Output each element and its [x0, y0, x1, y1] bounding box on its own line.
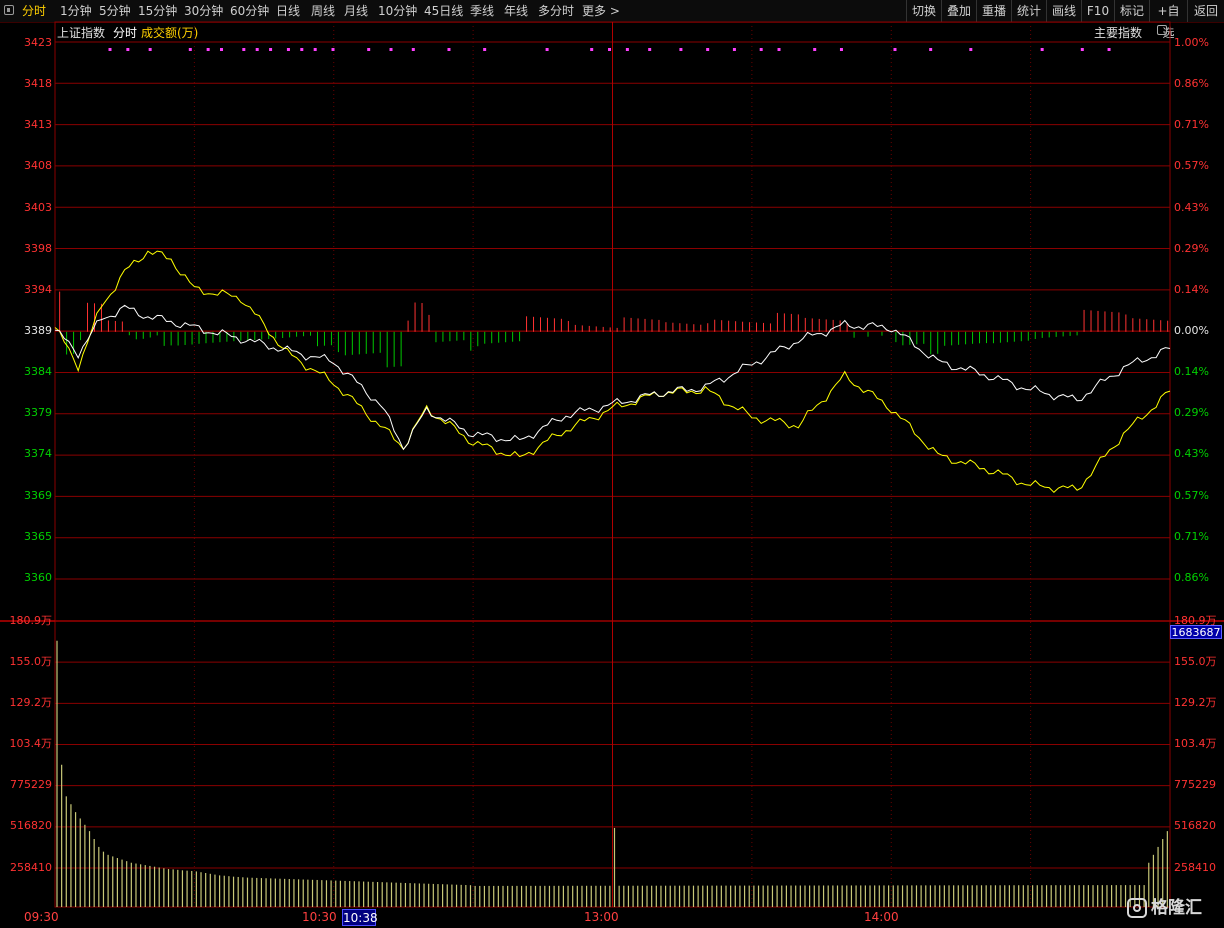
- signal-dot: [331, 48, 335, 51]
- signal-dot: [732, 48, 736, 51]
- percent-tick: 0.14%: [1174, 283, 1209, 296]
- percent-tick: 0.71%: [1174, 530, 1209, 543]
- signal-dot: [893, 48, 897, 51]
- percent-tick: 0.57%: [1174, 159, 1209, 172]
- price-tick: 3374: [24, 447, 52, 460]
- time-tick: 10:30: [302, 910, 337, 924]
- price-tick: 3403: [24, 201, 52, 214]
- percent-tick: 0.29%: [1174, 406, 1209, 419]
- price-tick: 3423: [24, 36, 52, 49]
- signal-dot: [1080, 48, 1084, 51]
- signal-dot: [269, 48, 273, 51]
- percent-tick: 0.71%: [1174, 118, 1209, 131]
- signal-dot: [679, 48, 683, 51]
- price-tick: 3398: [24, 242, 52, 255]
- signal-dot: [648, 48, 652, 51]
- signal-dot: [483, 48, 487, 51]
- percent-tick: 1.00%: [1174, 36, 1209, 49]
- watermark: 格隆汇: [1127, 895, 1202, 921]
- percent-tick: 0.86%: [1174, 77, 1209, 90]
- signal-dot: [759, 48, 763, 51]
- signal-dot: [313, 48, 317, 51]
- price-tick: 3418: [24, 77, 52, 90]
- volume-tick: 103.4万: [9, 737, 53, 750]
- time-tick: 13:00: [584, 910, 619, 924]
- volume-tick: 129.2万: [1174, 696, 1217, 709]
- percent-tick: 0.14%: [1174, 365, 1209, 378]
- signal-dot: [590, 48, 594, 51]
- signal-dot: [706, 48, 710, 51]
- signal-dot: [929, 48, 933, 51]
- percent-tick: 0.43%: [1174, 201, 1209, 214]
- signal-dot: [777, 48, 781, 51]
- time-tick: 09:30: [24, 910, 59, 924]
- percent-tick: 0.86%: [1174, 571, 1209, 584]
- signal-dot: [447, 48, 451, 51]
- signal-dot: [206, 48, 210, 51]
- volume-tick: 258410: [1174, 861, 1216, 874]
- signal-dot: [545, 48, 549, 51]
- percent-tick: 0.57%: [1174, 489, 1209, 502]
- current-volume-badge: 1683687: [1170, 625, 1222, 639]
- percent-tick-base: 0.00%: [1174, 324, 1209, 337]
- signal-dot: [188, 48, 192, 51]
- watermark-text: 格隆汇: [1151, 898, 1202, 918]
- price-tick: 3408: [24, 159, 52, 172]
- signal-dot: [220, 48, 224, 51]
- signal-dot: [286, 48, 290, 51]
- time-tick: 14:00: [864, 910, 899, 924]
- signal-dot: [108, 48, 112, 51]
- signal-dot: [300, 48, 304, 51]
- volume-tick: 129.2万: [9, 696, 53, 709]
- price-tick: 3369: [24, 489, 52, 502]
- volume-tick: 516820: [1174, 819, 1216, 832]
- signal-dot: [126, 48, 130, 51]
- volume-tick: 258410: [10, 861, 52, 874]
- signal-dot: [148, 48, 152, 51]
- price-tick: 3379: [24, 406, 52, 419]
- watermark-logo-icon: [1127, 898, 1147, 918]
- volume-tick: 180.9万: [9, 614, 53, 627]
- signal-dot: [367, 48, 371, 51]
- price-tick: 3365: [24, 530, 52, 543]
- percent-tick: 0.29%: [1174, 242, 1209, 255]
- signal-dot: [1107, 48, 1111, 51]
- cursor-time-badge: 10:38: [342, 909, 378, 926]
- signal-dot: [255, 48, 259, 51]
- signal-dot: [608, 48, 612, 51]
- signal-dot: [813, 48, 817, 51]
- signal-dot: [1040, 48, 1044, 51]
- volume-tick: 516820: [10, 819, 52, 832]
- percent-tick: 0.43%: [1174, 447, 1209, 460]
- price-tick-base: 3389: [24, 324, 52, 337]
- intraday-chart[interactable]: [0, 0, 1224, 928]
- volume-tick: 155.0万: [9, 655, 53, 668]
- price-tick: 3394: [24, 283, 52, 296]
- price-tick: 3413: [24, 118, 52, 131]
- signal-dot: [389, 48, 393, 51]
- signal-dot: [411, 48, 415, 51]
- signal-dot: [242, 48, 246, 51]
- price-tick: 3360: [24, 571, 52, 584]
- price-tick: 3384: [24, 365, 52, 378]
- signal-dot: [969, 48, 973, 51]
- volume-tick: 775229: [1174, 778, 1216, 791]
- signal-dot: [625, 48, 629, 51]
- volume-tick: 103.4万: [1174, 737, 1217, 750]
- signal-dot: [839, 48, 843, 51]
- volume-tick: 775229: [10, 778, 52, 791]
- volume-tick: 155.0万: [1174, 655, 1217, 668]
